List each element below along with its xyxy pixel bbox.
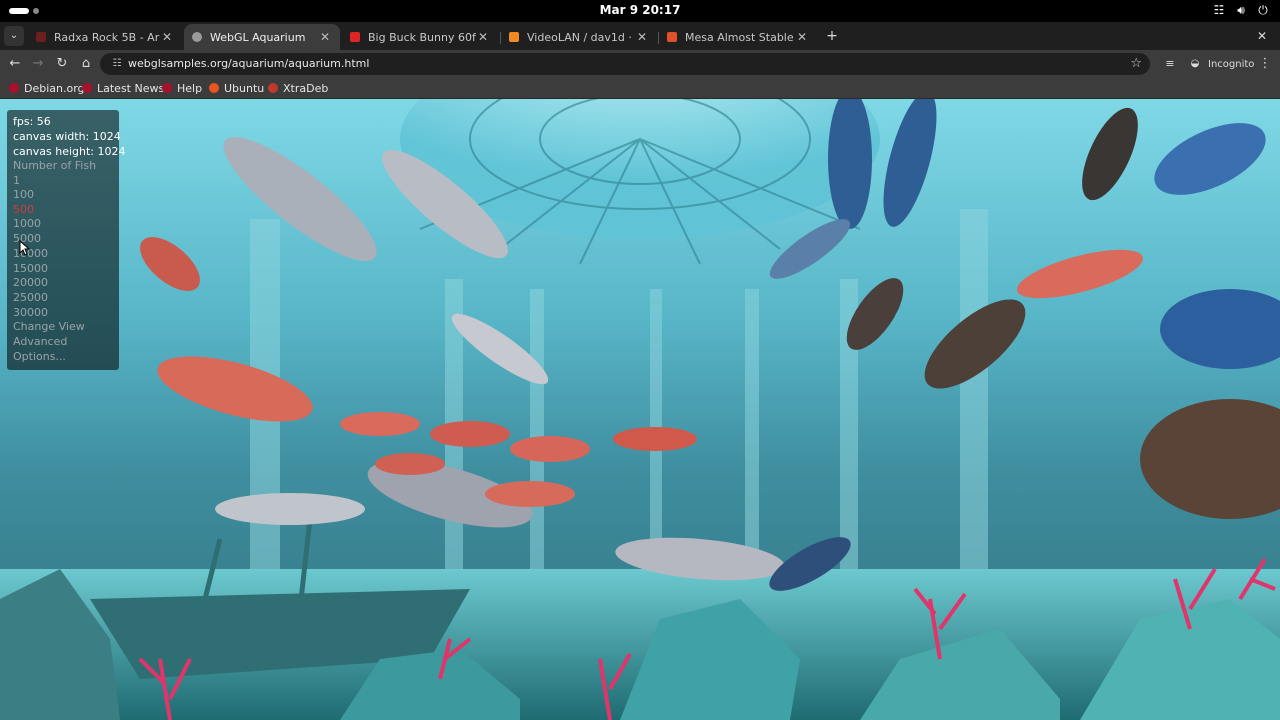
- fish-option-1000[interactable]: 1000: [13, 217, 41, 231]
- blue-fish: [1160, 289, 1280, 369]
- system-top-bar: Mar 9 20:17 ☷ 🔊︎ ⏻: [0, 0, 1280, 22]
- fish-option-20000[interactable]: 20000: [13, 276, 48, 290]
- fish-option-100[interactable]: 100: [13, 188, 34, 202]
- options-link[interactable]: Options...: [13, 350, 66, 364]
- tab-close-icon[interactable]: ✕: [635, 30, 649, 44]
- network-icon[interactable]: ☷: [1212, 3, 1226, 18]
- brown-fish: [924, 299, 1026, 389]
- silver-tuna-fish: [223, 137, 377, 261]
- fish-option-500-selected[interactable]: 500: [13, 203, 34, 217]
- tab-radxa[interactable]: Radxa Rock 5B - Armbian ✕: [28, 24, 182, 50]
- bookmarks-bar: Debian.org Latest News Help Ubuntu XtraD…: [0, 77, 1280, 99]
- tab-title: Big Buck Bunny 60fps 4K: [368, 30, 476, 44]
- debian-swirl-icon: [162, 83, 172, 93]
- tab-videolan-dav1d[interactable]: VideoLAN / dav1d · GitLab ✕: [501, 24, 657, 50]
- bookmark-star-icon[interactable]: ☆: [1130, 53, 1142, 75]
- tab-strip: ⌄ Radxa Rock 5B - Armbian ✕ WebGL Aquari…: [0, 22, 1280, 50]
- dark-tuna-fish: [769, 537, 851, 591]
- tab-mesa-almost-stable[interactable]: Mesa Almost Stable : Ernesto ✕: [659, 24, 817, 50]
- youtube-icon: [350, 32, 360, 42]
- debian-swirl-icon: [9, 83, 19, 93]
- bookmark-label: Ubuntu: [224, 81, 265, 95]
- change-view-link[interactable]: Change View: [13, 320, 85, 334]
- debian-swirl-icon: [82, 83, 92, 93]
- bookmark-debian[interactable]: Debian.org: [9, 77, 85, 99]
- volume-icon[interactable]: 🔊︎: [1234, 3, 1248, 18]
- launchpad-icon: [667, 32, 677, 42]
- tab-title: VideoLAN / dav1d · GitLab: [527, 30, 635, 44]
- ubuntu-logo-icon: [209, 83, 219, 93]
- tab-big-buck-bunny[interactable]: Big Buck Bunny 60fps 4K ✕: [342, 24, 498, 50]
- bookmark-label: Debian.org: [24, 81, 85, 95]
- fish-option-30000[interactable]: 30000: [13, 306, 48, 320]
- bookmark-help[interactable]: Help: [162, 77, 202, 99]
- system-tray[interactable]: ☷ 🔊︎ ⏻: [1212, 3, 1270, 18]
- bookmark-ubuntu[interactable]: Ubuntu: [209, 77, 264, 99]
- tab-close-icon[interactable]: ✕: [160, 30, 174, 44]
- fish-option-25000[interactable]: 25000: [13, 291, 48, 305]
- advanced-link[interactable]: Advanced: [13, 335, 67, 349]
- back-arrow-icon[interactable]: ←: [4, 53, 26, 75]
- incognito-label: Incognito: [1208, 58, 1255, 70]
- tab-title: WebGL Aquarium: [210, 30, 306, 44]
- silver-tuna-fish: [451, 313, 549, 385]
- canvas-height-readout: canvas height: 1024: [13, 145, 126, 158]
- bookmark-label: Help: [177, 81, 203, 95]
- bookmark-latest-news[interactable]: Latest News: [82, 77, 164, 99]
- tab-title: Radxa Rock 5B - Armbian: [54, 30, 160, 44]
- large-grouper-fish: [1140, 399, 1280, 519]
- browser-toolbar: ← → ↻ ⌂ ☷ webglsamples.org/aquarium/aqua…: [0, 50, 1280, 77]
- site-info-icon[interactable]: ☷: [110, 57, 124, 71]
- blue-fish: [769, 219, 851, 279]
- reload-icon[interactable]: ↻: [51, 53, 73, 75]
- incognito-indicator[interactable]: ◒ Incognito: [1188, 54, 1255, 74]
- address-bar[interactable]: ☷ webglsamples.org/aquarium/aquarium.htm…: [100, 53, 1150, 75]
- tab-title: Mesa Almost Stable : Ernesto: [685, 30, 795, 44]
- forward-arrow-icon[interactable]: →: [27, 53, 49, 75]
- mouse-cursor-icon: [19, 240, 31, 256]
- fish-option-15000[interactable]: 15000: [13, 262, 48, 276]
- tab-favicon-icon: [192, 32, 202, 42]
- new-tab-plus-icon[interactable]: +: [822, 26, 842, 46]
- webgl-aquarium-canvas[interactable]: fps: 56 canvas width: 1024 canvas height…: [0, 99, 1280, 720]
- tab-list-chevron-down-icon[interactable]: ⌄: [4, 26, 24, 46]
- videolan-cone-icon: [509, 32, 519, 42]
- red-snapper-fish: [613, 427, 697, 451]
- bookmark-label: XtraDeb: [283, 81, 329, 95]
- tab-close-icon[interactable]: ✕: [795, 30, 809, 44]
- tab-close-icon[interactable]: ✕: [318, 30, 332, 44]
- url-text[interactable]: webglsamples.org/aquarium/aquarium.html: [128, 53, 369, 75]
- tab-favicon-icon: [36, 32, 46, 42]
- tab-close-icon[interactable]: ✕: [476, 30, 490, 44]
- window-close-icon[interactable]: ✕: [1254, 26, 1270, 46]
- red-snapper-fish: [140, 237, 200, 291]
- canvas-width-readout: canvas width: 1024: [13, 130, 121, 143]
- incognito-icon: ◒: [1190, 58, 1200, 69]
- fish-option-1[interactable]: 1: [13, 174, 20, 188]
- bookmark-label: Latest News: [97, 81, 165, 95]
- reading-list-icon[interactable]: ≡: [1162, 53, 1178, 75]
- bookmark-xtradeb[interactable]: XtraDeb: [268, 77, 328, 99]
- tab-webgl-aquarium[interactable]: WebGL Aquarium ✕: [184, 24, 340, 50]
- xtradeb-icon: [268, 83, 278, 93]
- number-of-fish-label: Number of Fish: [13, 159, 97, 172]
- fps-readout: fps: 56: [13, 115, 51, 128]
- red-snapper-school: [340, 412, 590, 507]
- more-menu-icon[interactable]: ⋮: [1258, 53, 1272, 75]
- home-icon[interactable]: ⌂: [75, 53, 97, 75]
- red-snapper-fish: [157, 356, 313, 422]
- power-icon[interactable]: ⏻: [1256, 3, 1270, 18]
- clock[interactable]: Mar 9 20:17: [0, 3, 1280, 17]
